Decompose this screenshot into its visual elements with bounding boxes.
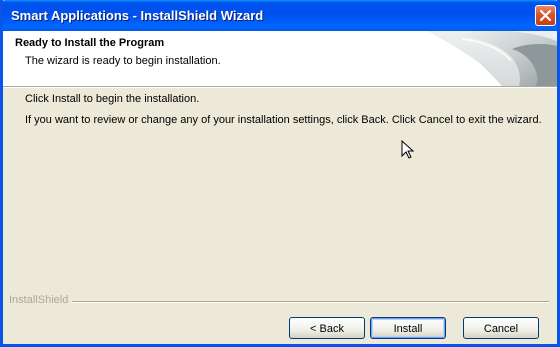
instruction-text: Click Install to begin the installation. (25, 93, 200, 105)
back-button[interactable]: < Back (289, 317, 365, 339)
mouse-cursor-icon (401, 140, 415, 159)
brand-label: InstallShield (9, 294, 73, 306)
header-panel: Ready to Install the Program The wizard … (3, 31, 557, 87)
cancel-button[interactable]: Cancel (463, 317, 539, 339)
header-subtitle: The wizard is ready to begin installatio… (25, 55, 221, 67)
close-icon (539, 9, 552, 22)
brand-divider (9, 301, 549, 303)
window-title: Smart Applications - InstallShield Wizar… (11, 8, 264, 23)
installshield-art-icon (427, 31, 557, 86)
brand-group: InstallShield (3, 294, 557, 308)
close-button[interactable] (535, 5, 556, 26)
installer-window: Smart Applications - InstallShield Wizar… (0, 0, 560, 347)
install-button[interactable]: Install (370, 317, 446, 339)
header-title: Ready to Install the Program (15, 37, 165, 49)
header-separator (3, 87, 557, 88)
title-bar[interactable]: Smart Applications - InstallShield Wizar… (3, 0, 557, 31)
review-text: If you want to review or change any of y… (25, 114, 542, 126)
